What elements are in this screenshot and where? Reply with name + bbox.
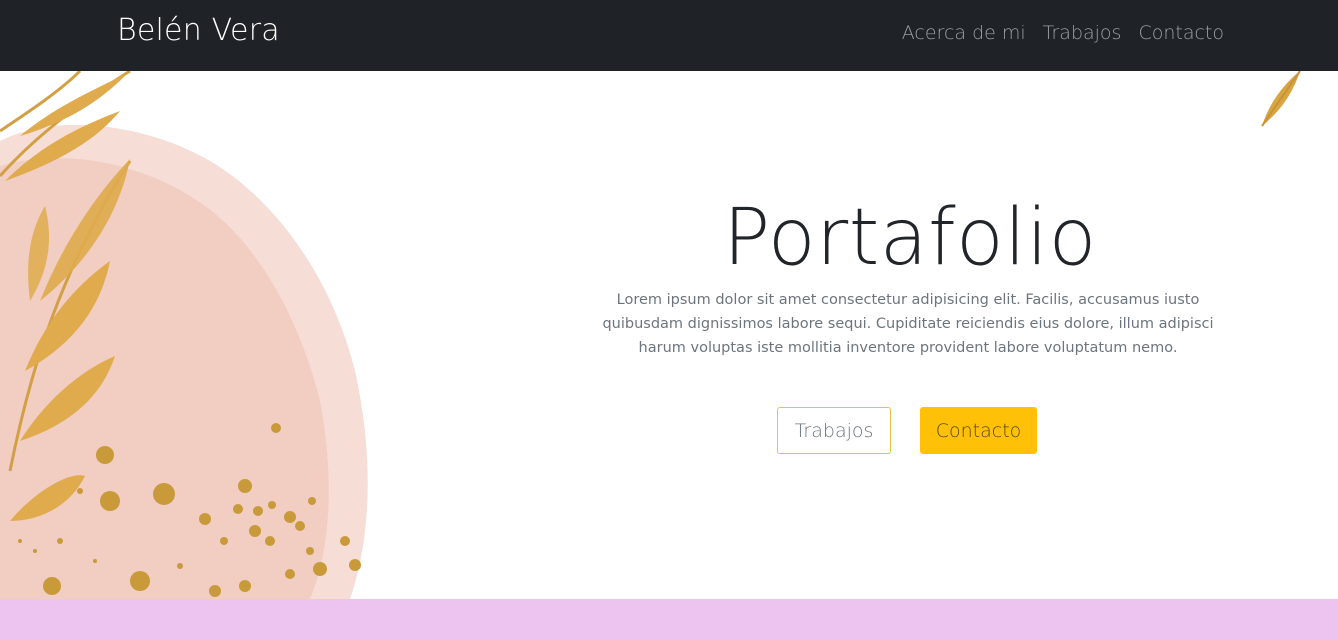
next-section-band [0,599,1338,640]
page-title: Portafolio [723,193,1097,284]
nav-link-acerca[interactable]: Acerca de mi [902,22,1026,44]
top-navbar: Belén Vera Acerca de mi Trabajos Contact… [0,0,1338,71]
nav-link-trabajos[interactable]: Trabajos [1043,22,1122,44]
hero-section: Portafolio Lorem ipsum dolor sit amet co… [0,71,1338,599]
hero-description: Lorem ipsum dolor sit amet consectetur a… [602,292,1214,356]
nav-link-contacto[interactable]: Contacto [1138,22,1224,44]
nav-links: Acerca de mi Trabajos Contacto [902,22,1224,44]
brand-logo[interactable]: Belén Vera [117,13,280,48]
trabajos-button[interactable]: Trabajos [777,407,891,454]
contacto-button[interactable]: Contacto [920,407,1037,454]
